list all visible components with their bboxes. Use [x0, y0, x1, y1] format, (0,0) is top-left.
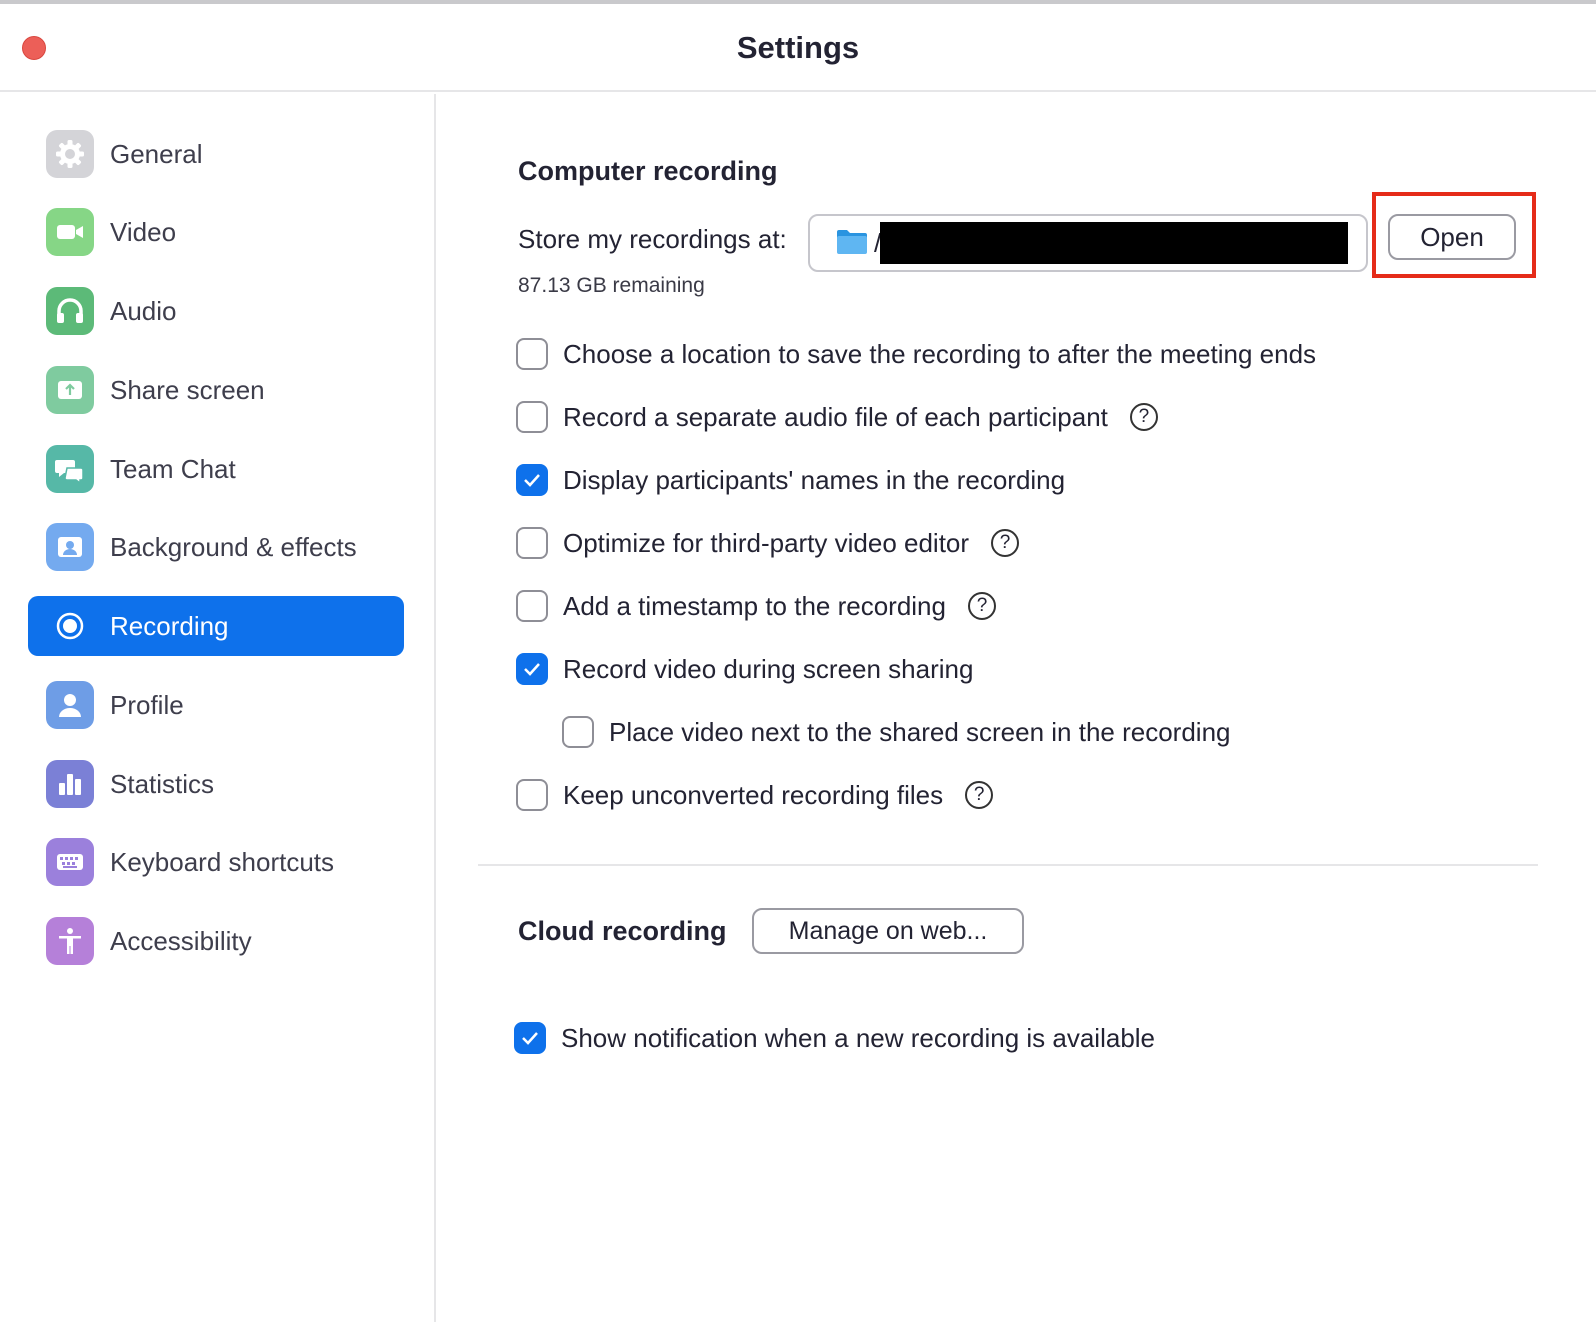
- option-separate-audio[interactable]: Record a separate audio file of each par…: [516, 399, 1158, 435]
- option-place-video-next[interactable]: Place video next to the shared screen in…: [562, 714, 1231, 750]
- sidebar-item-profile[interactable]: Profile: [28, 675, 404, 735]
- cloud-recording-heading: Cloud recording: [518, 916, 727, 946]
- checkbox[interactable]: [516, 401, 548, 433]
- profile-icon: [46, 681, 94, 729]
- checkmark-icon: [524, 474, 540, 487]
- option-timestamp[interactable]: Add a timestamp to the recording ?: [516, 588, 996, 624]
- option-label: Optimize for third-party video editor: [563, 527, 970, 558]
- checkbox[interactable]: [516, 590, 548, 622]
- checkbox-checked[interactable]: [514, 1022, 546, 1054]
- sidebar-item-label: Recording: [110, 611, 229, 641]
- help-icon[interactable]: ?: [991, 529, 1020, 557]
- checkbox[interactable]: [562, 716, 594, 748]
- share-screen-icon: [46, 366, 94, 414]
- option-choose-location[interactable]: Choose a location to save the recording …: [516, 336, 1316, 372]
- settings-sidebar: General Video Audio Share screen Team Ch: [0, 94, 436, 1322]
- sidebar-item-share-screen[interactable]: Share screen: [28, 360, 404, 420]
- background-person-icon: [46, 523, 94, 571]
- computer-recording-heading: Computer recording: [518, 156, 778, 186]
- sidebar-item-audio[interactable]: Audio: [28, 281, 404, 341]
- checkmark-icon: [524, 663, 540, 676]
- checkbox[interactable]: [516, 527, 548, 559]
- sidebar-item-label: Keyboard shortcuts: [110, 847, 335, 877]
- recording-path-field[interactable]: /: [808, 214, 1368, 272]
- option-display-names[interactable]: Display participants' names in the recor…: [516, 462, 1065, 498]
- settings-window: Settings General Video Audio Share scree…: [0, 0, 1596, 1322]
- option-label: Record a separate audio file of each par…: [563, 401, 1108, 432]
- option-show-notification[interactable]: Show notification when a new recording i…: [514, 1020, 1155, 1056]
- sidebar-item-recording[interactable]: Recording: [28, 596, 404, 656]
- option-record-screen-sharing[interactable]: Record video during screen sharing: [516, 651, 973, 687]
- redacted-path: [880, 222, 1348, 264]
- window-title: Settings: [736, 30, 860, 65]
- option-label: Place video next to the shared screen in…: [609, 716, 1231, 747]
- sidebar-item-video[interactable]: Video: [28, 202, 404, 262]
- help-icon[interactable]: ?: [967, 592, 996, 620]
- chat-bubbles-icon: [46, 445, 94, 493]
- sidebar-item-label: Background & effects: [110, 532, 357, 562]
- sidebar-item-label: Profile: [110, 690, 184, 720]
- sidebar-item-statistics[interactable]: Statistics: [28, 754, 404, 814]
- sidebar-item-label: General: [110, 139, 203, 169]
- help-icon[interactable]: ?: [965, 781, 994, 809]
- keyboard-icon: [46, 838, 94, 886]
- sidebar-item-accessibility[interactable]: Accessibility: [28, 911, 404, 971]
- sidebar-item-label: Share screen: [110, 375, 265, 405]
- checkbox-checked[interactable]: [516, 464, 548, 496]
- bar-chart-icon: [46, 760, 94, 808]
- headphones-icon: [46, 287, 94, 335]
- record-icon: [46, 602, 94, 650]
- sidebar-item-label: Statistics: [110, 769, 215, 799]
- sidebar-item-label: Accessibility: [110, 926, 252, 956]
- checkmark-icon: [522, 1032, 538, 1045]
- option-label: Display participants' names in the recor…: [563, 464, 1066, 495]
- manage-on-web-button[interactable]: Manage on web...: [752, 908, 1024, 954]
- store-recordings-label: Store my recordings at:: [518, 224, 787, 254]
- option-label: Choose a location to save the recording …: [563, 338, 1317, 369]
- gear-icon: [46, 130, 94, 178]
- section-divider: [478, 864, 1538, 866]
- checkbox[interactable]: [516, 779, 548, 811]
- sidebar-item-background-effects[interactable]: Background & effects: [28, 517, 404, 577]
- checkbox[interactable]: [516, 338, 548, 370]
- accessibility-icon: [46, 917, 94, 965]
- sidebar-item-team-chat[interactable]: Team Chat: [28, 439, 404, 499]
- help-icon[interactable]: ?: [1129, 403, 1158, 431]
- option-label: Keep unconverted recording files: [563, 779, 944, 810]
- option-label: Show notification when a new recording i…: [561, 1022, 1156, 1053]
- checkbox-checked[interactable]: [516, 653, 548, 685]
- red-highlight-annotation: [1372, 192, 1536, 278]
- sidebar-item-label: Team Chat: [110, 454, 236, 484]
- option-label: Record video during screen sharing: [563, 653, 974, 684]
- sidebar-item-label: Video: [110, 217, 177, 247]
- video-camera-icon: [46, 208, 94, 256]
- sidebar-item-general[interactable]: General: [28, 124, 404, 184]
- option-optimize-editor[interactable]: Optimize for third-party video editor ?: [516, 525, 1020, 561]
- option-label: Add a timestamp to the recording: [563, 590, 946, 621]
- option-keep-unconverted[interactable]: Keep unconverted recording files ?: [516, 777, 994, 813]
- sidebar-item-label: Audio: [110, 296, 177, 326]
- recording-settings-panel: Computer recording Store my recordings a…: [438, 94, 1596, 1322]
- folder-icon: [836, 228, 868, 261]
- storage-remaining: 87.13 GB remaining: [518, 274, 705, 297]
- title-bar: Settings: [0, 4, 1596, 92]
- sidebar-item-keyboard-shortcuts[interactable]: Keyboard shortcuts: [28, 832, 404, 892]
